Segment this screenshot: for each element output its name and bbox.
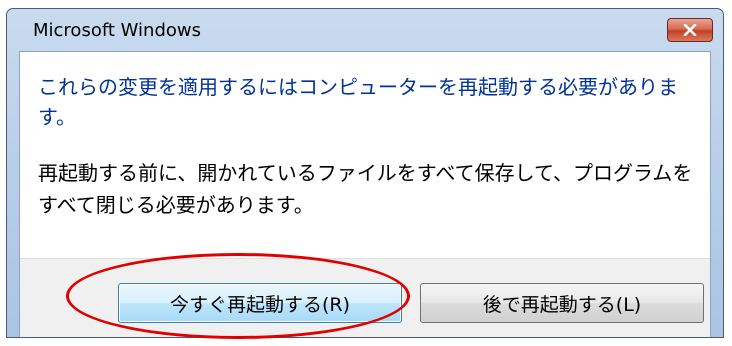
restart-now-button[interactable]: 今すぐ再起動する(R) bbox=[118, 283, 402, 323]
restart-later-label: 後で再起動する(L) bbox=[482, 293, 642, 316]
content-text: 再起動する前に、開かれているファイルをすべて保存して、プログラムをすべて閉じる必… bbox=[38, 161, 693, 217]
close-button[interactable] bbox=[667, 18, 713, 42]
button-footer: 今すぐ再起動する(R) 後で再起動する(L) bbox=[20, 258, 710, 337]
close-icon bbox=[683, 24, 697, 36]
restart-later-button[interactable]: 後で再起動する(L) bbox=[420, 283, 704, 323]
dialog-content-area: これらの変更を適用するにはコンピューターを再起動する必要があります。 再起動する… bbox=[19, 51, 711, 337]
title-bar[interactable]: Microsoft Windows bbox=[7, 9, 723, 51]
screenshot-stage: Microsoft Windows これらの変更を適用するにはコンピューターを再… bbox=[0, 0, 732, 346]
restart-now-label: 今すぐ再起動する(R) bbox=[169, 293, 351, 316]
window-title: Microsoft Windows bbox=[33, 20, 201, 41]
dialog-window: Microsoft Windows これらの変更を適用するにはコンピューターを再… bbox=[6, 8, 724, 338]
main-instruction-text: これらの変更を適用するにはコンピューターを再起動する必要があります。 bbox=[38, 75, 678, 129]
